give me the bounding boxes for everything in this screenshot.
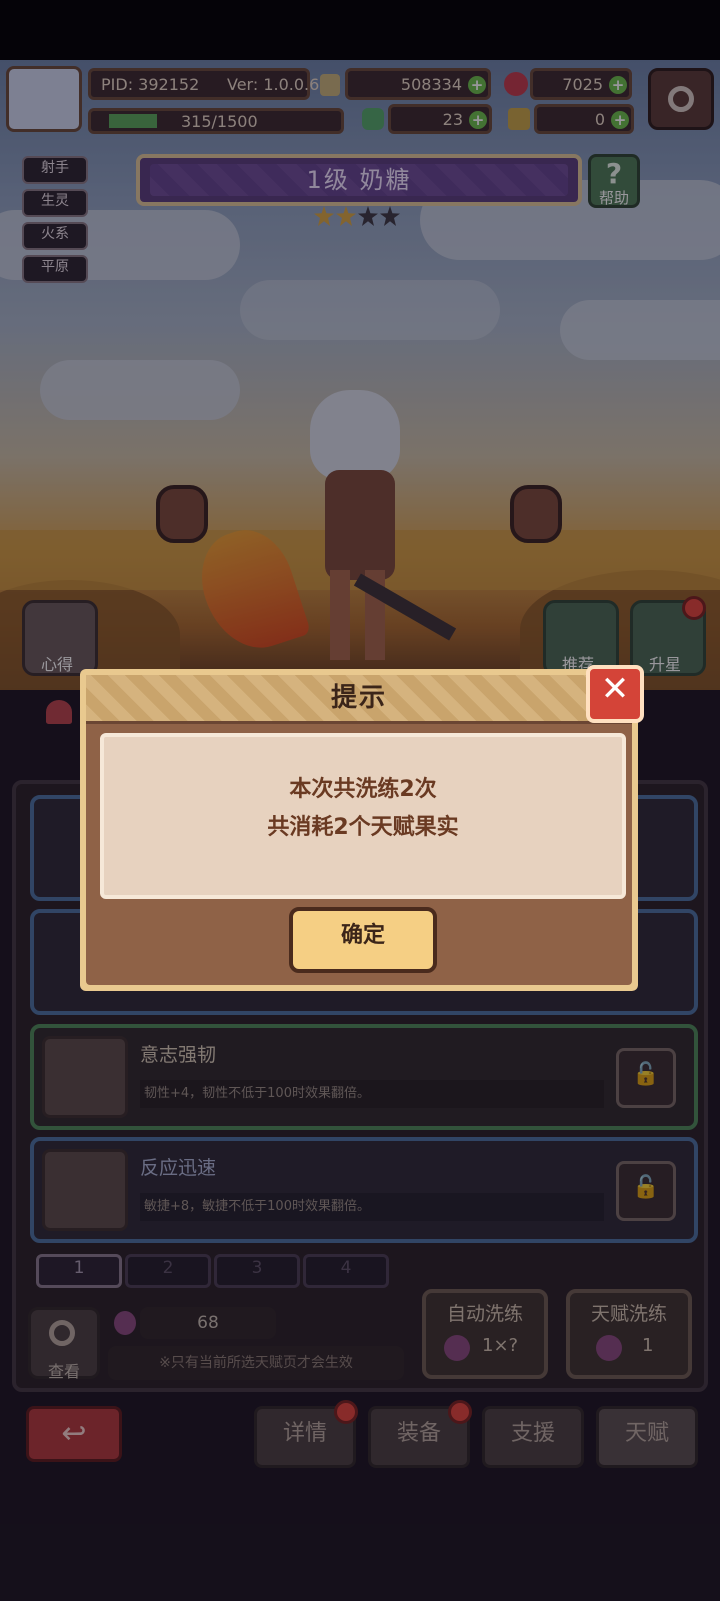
talent-page-tab-4[interactable]: 4 — [303, 1254, 389, 1288]
settings-button[interactable] — [648, 68, 714, 130]
auto-wash-button[interactable]: 自动洗练 1×? — [422, 1289, 548, 1379]
character-name: 1级 奶糖 — [306, 166, 412, 194]
lock-icon[interactable]: 🔓 — [616, 1161, 676, 1221]
gold-panel: 508334 + — [345, 68, 491, 100]
talent-title: 反应迅速 — [140, 1157, 217, 1179]
heart-icon — [46, 700, 72, 724]
lock-icon[interactable]: 🔓 — [616, 1048, 676, 1108]
question-icon: ? — [605, 157, 623, 190]
avatar[interactable] — [6, 66, 82, 132]
talent-desc: 敏捷+8，敏捷不低于100时效果翻倍。 — [140, 1193, 604, 1221]
tag-terrain: 平原 — [22, 255, 88, 283]
add-gold-icon[interactable]: + — [468, 76, 486, 94]
talent-wash-cost: 1 — [642, 1335, 654, 1356]
fruit-icon — [444, 1335, 470, 1361]
dialog-message-line2: 共消耗2个天赋果实 — [267, 815, 459, 840]
cross-icon — [42, 1149, 128, 1231]
status-bar-area — [0, 0, 720, 60]
gem-panel: 7025 + — [530, 68, 632, 100]
key-panel: 0 + — [534, 104, 634, 134]
fruit-icon — [114, 1311, 136, 1335]
view-label: 查看 — [47, 1362, 80, 1381]
dialog-title: 提示 — [330, 683, 387, 713]
close-icon[interactable]: ✕ — [586, 665, 644, 723]
auto-wash-cost: 1×? — [482, 1335, 519, 1356]
prev-character-arrow[interactable] — [156, 485, 208, 543]
exp-bar-fill — [109, 114, 157, 128]
dialog-message-box: 本次共洗练2次 共消耗2个天赋果实 — [100, 733, 626, 899]
character-name-banner: 1级 奶糖 — [136, 154, 582, 206]
clover-value: 23 — [442, 110, 463, 129]
notification-dot — [448, 1400, 472, 1424]
confirm-button[interactable]: 确定 — [289, 907, 437, 973]
notes-button[interactable]: 心得 — [22, 600, 98, 676]
fruit-icon — [596, 1335, 622, 1361]
help-label: 帮助 — [598, 189, 629, 207]
gem-icon — [504, 72, 528, 96]
exp-bar: 315/1500 — [88, 108, 344, 134]
talent-wash-label: 天赋洗练 — [590, 1303, 667, 1325]
talent-slot-willpower[interactable]: 意志强韧 韧性+4，韧性不低于100时效果翻倍。 🔓 — [30, 1024, 698, 1130]
key-icon — [508, 108, 530, 130]
fruit-count-panel: 68 — [140, 1307, 276, 1339]
back-arrow-icon: ↩ — [61, 1416, 87, 1451]
tag-race: 生灵 — [22, 189, 88, 217]
dialog-title-bar: 提示 — [86, 675, 632, 724]
version-text: Ver: 1.0.0.6 — [227, 75, 320, 94]
gold-value: 508334 — [400, 75, 462, 94]
clover-icon — [362, 108, 384, 130]
cross-icon — [42, 1036, 128, 1118]
fruit-count: 68 — [197, 1313, 219, 1333]
talent-page-tab-3[interactable]: 3 — [214, 1254, 300, 1288]
clover-panel: 23 + — [388, 104, 492, 134]
help-button[interactable]: ? 帮助 — [588, 154, 640, 208]
talent-wash-button[interactable]: 天赋洗练 1 — [566, 1289, 692, 1379]
next-character-arrow[interactable] — [510, 485, 562, 543]
key-value: 0 — [594, 110, 605, 129]
gem-value: 7025 — [562, 75, 603, 94]
auto-wash-label: 自动洗练 — [446, 1303, 523, 1325]
notification-dot — [682, 596, 706, 620]
tag-class: 射手 — [22, 156, 88, 184]
talent-button[interactable]: 天赋 — [596, 1406, 698, 1468]
add-clover-icon[interactable]: + — [469, 111, 487, 129]
talent-page-tab-2[interactable]: 2 — [125, 1254, 211, 1288]
tag-element: 火系 — [22, 222, 88, 250]
support-button[interactable]: 支援 — [482, 1406, 584, 1468]
add-key-icon[interactable]: + — [611, 111, 629, 129]
talent-title: 意志强韧 — [140, 1044, 217, 1066]
pid-text: PID: 392152 — [101, 75, 200, 94]
notification-dot — [334, 1400, 358, 1424]
tip-dialog: 提示 本次共洗练2次 共消耗2个天赋果实 确定 ✕ — [80, 665, 644, 991]
gold-icon — [320, 74, 340, 96]
active-page-note: ※只有当前所选天赋页才会生效 — [108, 1346, 404, 1380]
talent-desc: 韧性+4，韧性不低于100时效果翻倍。 — [140, 1080, 604, 1108]
talent-page-tab-1[interactable]: 1 — [36, 1254, 122, 1288]
talent-slot-reflex[interactable]: 反应迅速 敏捷+8，敏捷不低于100时效果翻倍。 🔓 — [30, 1137, 698, 1243]
dialog-message-line1: 本次共洗练2次 — [289, 777, 437, 802]
magnifier-icon — [49, 1320, 75, 1346]
back-button[interactable]: ↩ — [26, 1406, 122, 1462]
view-button[interactable]: 查看 — [28, 1307, 100, 1381]
exp-text: 315/1500 — [181, 112, 258, 131]
gear-icon — [668, 86, 694, 112]
add-gem-icon[interactable]: + — [609, 76, 627, 94]
